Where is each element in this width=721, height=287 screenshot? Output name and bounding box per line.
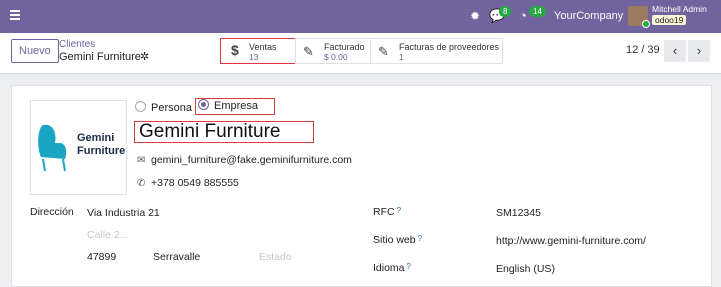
email-field[interactable]: ✉ gemini_furniture@fake.geminifurniture.c… — [137, 154, 352, 166]
invoiced-smart-button[interactable]: ✎ Facturado $ 0.00 — [295, 38, 371, 64]
clock-icon[interactable]: ◔ — [519, 8, 527, 23]
pager-value[interactable]: 12 / 39 — [626, 44, 660, 56]
invoiced-label: Facturado — [324, 42, 365, 52]
control-panel: Nuevo Clientes Gemini Furniture ✲ $ Vent… — [0, 33, 721, 74]
edit-icon: ✎ — [303, 44, 314, 59]
vendor-bills-label: Facturas de proveedores — [399, 42, 500, 52]
state-select[interactable]: Estado — [259, 251, 292, 263]
company-switcher[interactable]: YourCompany — [554, 10, 623, 22]
breadcrumb-parent[interactable]: Clientes — [59, 39, 95, 50]
top-navbar: ✹ 💬 8 ◔ 14 YourCompany Mitchell Admin od… — [0, 0, 721, 33]
name-input[interactable]: Gemini Furniture — [134, 121, 314, 143]
form-sheet: Gemini Furniture Persona Empresa Gemini … — [11, 85, 712, 287]
avatar[interactable] — [628, 6, 650, 28]
logo-wordmark: Gemini Furniture — [77, 132, 126, 157]
address-label: Dirección — [30, 206, 74, 218]
sales-label: Ventas — [249, 42, 277, 52]
company-logo[interactable]: Gemini Furniture — [30, 100, 127, 195]
new-button[interactable]: Nuevo — [11, 39, 59, 63]
vendor-bills-smart-button[interactable]: ✎ Facturas de proveedores 1 — [370, 38, 503, 64]
menu-icon[interactable] — [10, 10, 20, 22]
chevron-right-icon[interactable]: › — [688, 40, 710, 62]
language-select[interactable]: English (US) — [496, 263, 555, 275]
user-name[interactable]: Mitchell Admin — [652, 4, 707, 14]
edit-icon: ✎ — [378, 44, 389, 59]
sales-count: 13 — [249, 52, 259, 62]
envelope-icon: ✉ — [137, 155, 146, 166]
zip-input[interactable]: 47899 — [87, 251, 116, 263]
company-label: Empresa — [214, 100, 259, 112]
online-status-icon — [642, 20, 650, 28]
activity-badge: 14 — [529, 6, 546, 17]
armchair-icon — [38, 124, 67, 172]
person-label: Persona — [151, 102, 192, 114]
help-icon[interactable]: ? — [397, 206, 401, 215]
database-name: odoo19 — [652, 15, 687, 25]
street-input[interactable]: Via Industria 21 — [87, 207, 160, 219]
dollar-icon: $ — [231, 42, 239, 58]
gear-icon[interactable]: ✲ — [140, 50, 149, 63]
phone-icon: ✆ — [137, 178, 146, 189]
company-type-person[interactable]: Persona — [135, 101, 192, 114]
website-input[interactable]: http://www.gemini-furniture.com/ — [496, 235, 646, 247]
company-type-company[interactable]: Empresa — [195, 98, 276, 115]
messages-badge: 8 — [499, 6, 512, 17]
breadcrumb-current: Gemini Furniture — [59, 51, 141, 63]
street2-input[interactable]: Calle 2... — [87, 229, 128, 241]
vat-input[interactable]: SM12345 — [496, 207, 541, 219]
language-label: Idioma? — [373, 262, 411, 274]
vat-label: RFC? — [373, 206, 402, 218]
website-label: Sitio web? — [373, 234, 423, 246]
sales-smart-button[interactable]: $ Ventas 13 — [220, 38, 296, 64]
city-input[interactable]: Serravalle — [153, 251, 200, 263]
vendor-bills-count: 1 — [399, 52, 404, 62]
help-icon[interactable]: ? — [418, 234, 422, 243]
invoiced-amount: $ 0.00 — [324, 52, 348, 62]
chevron-left-icon[interactable]: ‹ — [664, 40, 686, 62]
bug-icon[interactable]: ✹ — [470, 9, 480, 23]
phone-field[interactable]: ✆ +378 0549 885555 — [137, 177, 239, 189]
help-icon[interactable]: ? — [407, 262, 411, 271]
